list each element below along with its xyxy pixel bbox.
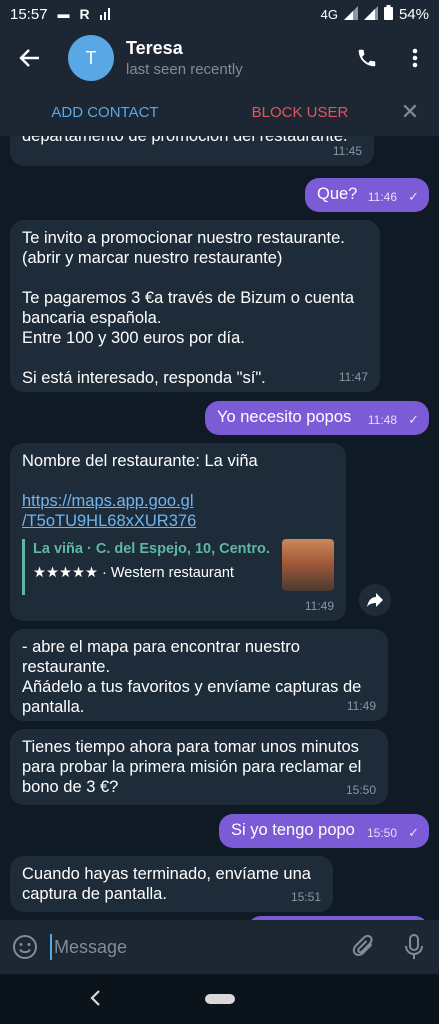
- read-check-icon: ✓: [408, 412, 419, 427]
- message-input[interactable]: [54, 927, 339, 967]
- message-incoming[interactable]: Tienes tiempo ahora para tomar unos minu…: [10, 729, 388, 805]
- chat-title[interactable]: Teresa last seen recently: [126, 38, 343, 78]
- message-outgoing[interactable]: Yo necesito popos 11:48 ✓: [205, 401, 429, 435]
- cell-signal-icon-2: [363, 5, 378, 23]
- message-time: 11:45: [332, 144, 362, 158]
- message-time: 11:46: [367, 190, 397, 204]
- close-icon[interactable]: ✕: [390, 99, 430, 125]
- message-time: 15:50: [366, 826, 397, 840]
- message-text: Nombre del restaurante: La viña: [22, 452, 258, 470]
- chat-header: T Teresa last seen recently: [0, 28, 439, 88]
- message-time: 15:50: [345, 783, 376, 797]
- message-text: departamento de promoción del restaurant…: [22, 136, 348, 145]
- message-link[interactable]: https://maps.app.goo.gl /T5oTU9HL68xXUR3…: [22, 491, 334, 531]
- message-time: 11:47: [338, 370, 368, 384]
- read-check-icon: ✓: [408, 189, 419, 204]
- nav-home-pill[interactable]: [204, 994, 235, 1004]
- message-list[interactable]: departamento de promoción del restaurant…: [0, 136, 439, 920]
- battery-level: 54%: [398, 5, 429, 23]
- text-cursor: [50, 934, 52, 960]
- more-options-button[interactable]: [391, 34, 439, 82]
- message-text: Tienes tiempo ahora para tomar unos minu…: [22, 738, 362, 796]
- smiley-icon: [13, 935, 37, 959]
- message-incoming[interactable]: - abre el mapa para encontrar nuestro re…: [10, 629, 388, 721]
- message-outgoing[interactable]: Que? 11:46 ✓: [305, 178, 429, 212]
- message-text: - abre el mapa para encontrar nuestro re…: [22, 638, 362, 716]
- status-bar: 15:57 ▬ R 4G 54%: [0, 0, 439, 28]
- preview-title: La viña · C. del Espejo, 10, Centro...: [33, 541, 269, 557]
- message-composer: [0, 920, 439, 974]
- message-time: 11:49: [346, 699, 376, 713]
- share-arrow-icon: [367, 593, 383, 607]
- link-line-2[interactable]: /T5oTU9HL68xXUR376: [22, 511, 334, 531]
- last-seen-status: last seen recently: [126, 61, 243, 78]
- emoji-button[interactable]: [0, 922, 50, 972]
- more-vertical-icon: [412, 48, 418, 68]
- cell-signal-icon: [343, 5, 358, 23]
- signal-notification-icon: [99, 6, 112, 23]
- call-button[interactable]: [343, 34, 391, 82]
- arrow-left-icon: [19, 49, 39, 67]
- paperclip-icon: [352, 934, 373, 956]
- back-button[interactable]: [6, 34, 54, 82]
- message-time: 11:49: [304, 599, 334, 613]
- system-nav-bar: [0, 974, 439, 1024]
- message-time: 15:51: [290, 890, 321, 904]
- message-notification-icon: ▬: [57, 7, 70, 21]
- microphone-icon: [405, 934, 423, 959]
- app-notification-icon: R: [79, 6, 90, 22]
- battery-icon: [383, 5, 393, 23]
- message-incoming-link[interactable]: Nombre del restaurante: La viña https://…: [10, 443, 346, 621]
- phone-icon: [358, 49, 376, 67]
- preview-thumbnail: [282, 539, 334, 591]
- link-line-1[interactable]: https://maps.app.goo.gl: [22, 491, 334, 511]
- link-preview[interactable]: La viña · C. del Espejo, 10, Centro... ★…: [22, 539, 334, 595]
- contact-action-bar: ADD CONTACT BLOCK USER ✕: [0, 88, 439, 137]
- add-contact-button[interactable]: ADD CONTACT: [0, 104, 210, 121]
- voice-record-button[interactable]: [389, 922, 439, 972]
- message-incoming[interactable]: Te invito a promocionar nuestro restaura…: [10, 220, 380, 392]
- message-incoming[interactable]: Cuando hayas terminado, envíame una capt…: [10, 856, 333, 912]
- message-outgoing[interactable]: Si yo tengo popo 15:50 ✓: [219, 814, 429, 848]
- attach-button[interactable]: [339, 922, 389, 972]
- avatar-letter: T: [85, 47, 97, 68]
- message-text: Te invito a promocionar nuestro restaura…: [22, 229, 355, 387]
- nav-back-icon[interactable]: [86, 988, 106, 1008]
- network-type: 4G: [320, 6, 338, 22]
- message-text: Cuando hayas terminado, envíame una capt…: [22, 865, 311, 903]
- forward-button[interactable]: [359, 584, 391, 616]
- message-time: 11:48: [367, 413, 397, 427]
- status-time: 15:57: [10, 5, 48, 23]
- contact-name: Teresa: [126, 38, 183, 58]
- block-user-button[interactable]: BLOCK USER: [210, 104, 390, 121]
- avatar[interactable]: T: [68, 35, 114, 81]
- message-incoming[interactable]: departamento de promoción del restaurant…: [10, 136, 374, 166]
- read-check-icon: ✓: [408, 825, 419, 840]
